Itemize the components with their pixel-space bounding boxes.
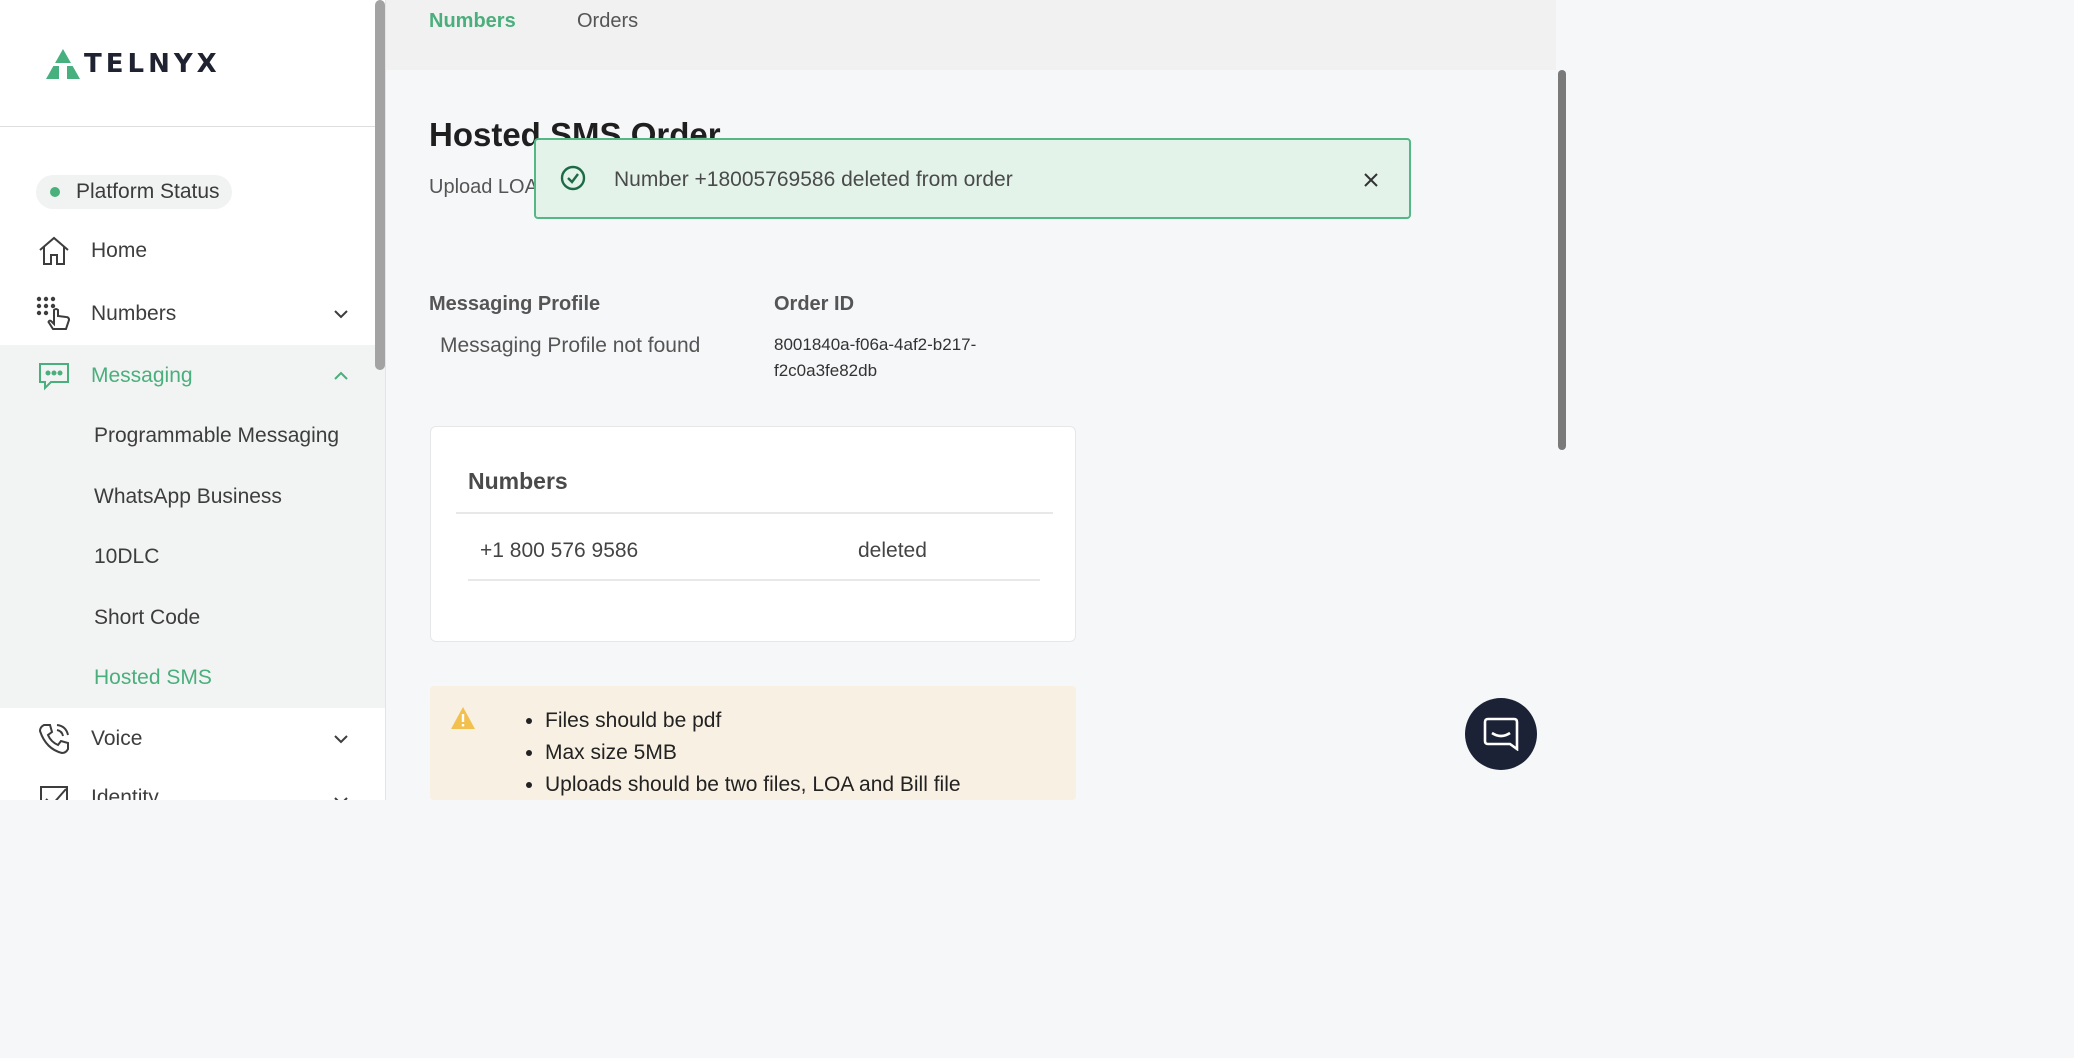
upload-requirements-notice: Files should be pdf Max size 5MB Uploads… (430, 686, 1076, 800)
chat-bubble-icon (1483, 717, 1519, 751)
logo-wordmark: TELNYX (84, 49, 221, 79)
chevron-down-icon (334, 310, 348, 319)
platform-status-link[interactable]: Platform Status (36, 175, 232, 209)
close-icon[interactable] (1361, 170, 1381, 190)
main-scrollbar[interactable] (1556, 68, 1568, 800)
table-row: +1 800 576 9586 deleted (468, 515, 1040, 581)
success-toast: Number +18005769586 deleted from order (534, 138, 1411, 219)
list-item: Uploads should be two files, LOA and Bil… (545, 769, 961, 801)
sidebar-subitem-programmable-messaging[interactable]: Programmable Messaging (94, 424, 339, 448)
sidebar-item-label: Identity (91, 786, 159, 800)
messaging-profile-value: Messaging Profile not found (440, 334, 701, 357)
numbers-card-title: Numbers (468, 468, 568, 494)
chevron-up-icon (334, 371, 348, 380)
checkbox-icon (40, 786, 68, 800)
sidebar-divider (0, 126, 385, 127)
sidebar-item-label: Numbers (91, 302, 177, 325)
support-chat-button[interactable] (1465, 698, 1537, 770)
sidebar-scrollbar[interactable] (375, 0, 385, 370)
sidebar-item-home[interactable]: Home (0, 220, 385, 282)
status-cell: deleted (858, 539, 927, 562)
sidebar-item-identity[interactable]: Identity (0, 768, 385, 800)
sidebar-subitem-whatsapp-business[interactable]: WhatsApp Business (94, 485, 282, 509)
order-id-value: 8001840a-f06a-4af2-b217-f2c0a3fe82db (774, 335, 977, 380)
top-tabs: Numbers Orders (386, 0, 1556, 70)
check-circle-icon (560, 165, 586, 191)
sidebar-subitem-hosted-sms[interactable]: Hosted SMS (94, 666, 212, 690)
tab-orders[interactable]: Orders (577, 10, 638, 33)
page-subtitle: Upload LOA (429, 176, 538, 198)
warning-icon (451, 707, 475, 729)
sidebar: TELNYX Platform Status Home Numbers Mess… (0, 0, 386, 800)
sidebar-item-messaging[interactable]: Messaging (0, 345, 385, 407)
phone-icon (38, 724, 69, 755)
sidebar-item-voice[interactable]: Voice (0, 708, 385, 770)
divider (456, 512, 1053, 514)
home-icon (39, 236, 69, 265)
sidebar-item-label: Home (91, 239, 148, 262)
sidebar-item-numbers[interactable]: Numbers (0, 283, 385, 345)
numbers-card: Numbers +1 800 576 9586 deleted (430, 426, 1076, 642)
telnyx-logo[interactable]: TELNYX (44, 44, 221, 84)
scrollbar-thumb[interactable] (1558, 70, 1566, 450)
platform-status-label: Platform Status (76, 180, 220, 203)
sidebar-subitem-10dlc[interactable]: 10DLC (94, 545, 159, 569)
sidebar-subitem-short-code[interactable]: Short Code (94, 606, 200, 630)
sidebar-item-label: Messaging (91, 364, 193, 387)
chevron-down-icon (334, 797, 348, 800)
phone-number-cell: +1 800 576 9586 (480, 539, 639, 562)
telnyx-logo-icon (46, 49, 80, 79)
upload-requirements-list: Files should be pdf Max size 5MB Uploads… (545, 705, 961, 801)
messaging-profile-label: Messaging Profile (429, 293, 601, 315)
status-dot (50, 187, 60, 197)
dialpad-icon (36, 296, 71, 330)
toast-message: Number +18005769586 deleted from order (614, 168, 1013, 191)
messaging-section: Messaging Programmable Messaging WhatsAp… (0, 345, 385, 708)
order-id-label: Order ID (774, 293, 855, 315)
chat-icon (39, 363, 69, 391)
list-item: Files should be pdf (545, 705, 961, 737)
chevron-down-icon (334, 735, 348, 744)
list-item: Max size 5MB (545, 737, 961, 769)
sidebar-item-label: Voice (91, 727, 143, 750)
tab-numbers[interactable]: Numbers (429, 10, 516, 33)
